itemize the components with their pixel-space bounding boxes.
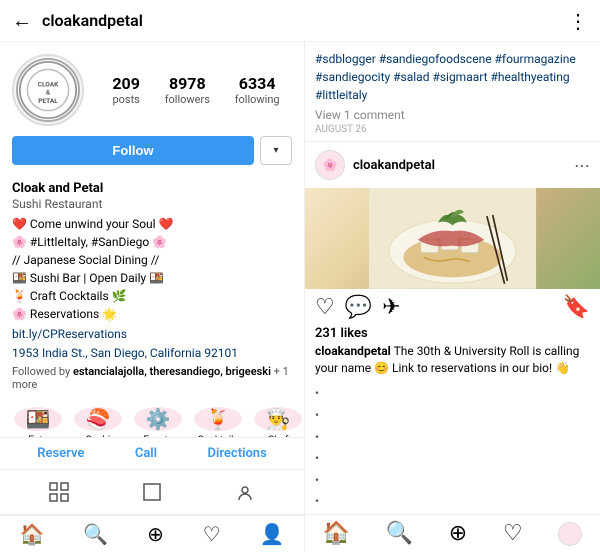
left-panel: CLOAK & PETAL 209 posts 8978 followers	[0, 42, 305, 552]
bottom-nav-left: 🏠 🔍 ⊕ ♡ 👤	[0, 515, 304, 552]
story-cocktails[interactable]: 🍹 Cocktails	[192, 407, 244, 429]
followers-count: 8978	[169, 74, 206, 93]
story-sushi[interactable]: 🍣 Sushi	[72, 407, 124, 429]
post-header: 🌸 cloakandpetal ⋯	[305, 142, 600, 188]
story-circle-events[interactable]: ⚙️	[134, 407, 182, 431]
stats-row: 209 posts 8978 followers 6334 following	[100, 74, 292, 106]
following-label: following	[235, 93, 280, 106]
add-nav-right[interactable]: ⊕	[449, 521, 467, 546]
story-circle-sushi[interactable]: 🍣	[74, 407, 122, 431]
search-nav-left[interactable]: 🔍	[83, 522, 108, 546]
following-stat[interactable]: 6334 following	[235, 74, 280, 106]
post-more-button[interactable]: ⋯	[574, 156, 590, 175]
hashtags-section: #sdblogger #sandiegofoodscene #fourmagaz…	[305, 42, 600, 142]
bio-address[interactable]: 1953 India St., San Diego, California 92…	[12, 346, 238, 360]
post-account-username[interactable]: cloakandpetal	[353, 158, 574, 173]
post-dots: ••••••	[305, 382, 600, 514]
home-nav-left[interactable]: 🏠	[19, 522, 44, 546]
directions-link[interactable]: Directions	[208, 446, 267, 461]
view-comment[interactable]: View 1 comment	[315, 108, 590, 122]
followers-stat[interactable]: 8978 followers	[165, 74, 210, 106]
bio-followed-by: Followed by estancialajolla, theresandie…	[12, 365, 292, 391]
bio-link[interactable]: bit.ly/CPReservations	[12, 327, 127, 341]
grid-icons-row	[0, 470, 304, 515]
share-button[interactable]: ✈	[382, 295, 400, 320]
search-nav-right[interactable]: 🔍	[386, 521, 413, 546]
likes-nav-right[interactable]: ♡	[503, 521, 523, 546]
bio-text: ❤️ Come unwind your Soul ❤️ 🌸 #LittleIta…	[12, 215, 292, 323]
add-nav-left[interactable]: ⊕	[147, 522, 164, 546]
bio-line3: // Japanese Social Dining //	[12, 253, 159, 267]
profile-top: CLOAK & PETAL 209 posts 8978 followers	[12, 54, 292, 126]
bio-line5: 🍹 Craft Cocktails 🌿	[12, 289, 127, 303]
likes-count: 231 likes	[305, 326, 600, 341]
svg-text:CLOAK: CLOAK	[38, 80, 59, 88]
profile-section: CLOAK & PETAL 209 posts 8978 followers	[0, 42, 304, 181]
grid-view-button[interactable]	[29, 476, 89, 508]
hashtags-text: #sdblogger #sandiegofoodscene #fourmagaz…	[315, 50, 590, 104]
svg-text:&: &	[46, 89, 51, 97]
bio-line6: 🌸 Reservations 🌟	[12, 307, 117, 321]
profile-nav-left[interactable]: 👤	[260, 522, 285, 546]
bio-line1: ❤️ Come unwind your Soul ❤️	[12, 217, 174, 231]
list-view-button[interactable]	[122, 476, 182, 508]
bio-line2: 🌸 #LittleItaly, #SanDiego 🌸	[12, 235, 167, 249]
stories-row: 🍱 Eats 🍣 Sushi ⚙️ Events 🍹 Cocktails 👨‍🍳…	[0, 399, 304, 438]
tagged-view-button[interactable]	[215, 476, 275, 508]
story-events[interactable]: ⚙️ Events	[132, 407, 184, 429]
top-nav: ← cloakandpetal ⋮	[0, 0, 600, 42]
story-circle-eats[interactable]: 🍱	[14, 407, 62, 431]
follow-button[interactable]: Follow	[12, 136, 254, 165]
followed-by-prefix: Followed by	[12, 365, 73, 378]
bio-line4: 🍱 Sushi Bar | Open Daily 🍱	[12, 271, 164, 285]
posts-stat: 209 posts	[112, 74, 140, 106]
posts-count: 209	[112, 74, 140, 93]
reserve-link[interactable]: Reserve	[37, 446, 84, 461]
followed-by-users[interactable]: estancialajolla, theresandiego, brigeesk…	[73, 365, 271, 378]
bookmark-button[interactable]: 🔖	[563, 295, 590, 320]
avatar-inner: CLOAK & PETAL	[16, 58, 80, 122]
follow-row: Follow ▾	[12, 136, 292, 165]
profile-username: cloakandpetal	[42, 11, 568, 30]
bio-section: Cloak and Petal Sushi Restaurant ❤️ Come…	[0, 181, 304, 399]
follow-dropdown-button[interactable]: ▾	[260, 136, 292, 165]
svg-text:PETAL: PETAL	[38, 97, 58, 105]
bio-category: Sushi Restaurant	[12, 197, 292, 211]
story-chef[interactable]: 👨‍🍳 Chef	[252, 407, 304, 429]
story-circle-chef[interactable]: 👨‍🍳	[254, 407, 302, 431]
right-panel: #sdblogger #sandiegofoodscene #fourmagaz…	[305, 42, 600, 552]
profile-avatar-nav[interactable]	[558, 522, 582, 546]
post-image	[305, 188, 600, 289]
following-count: 6334	[239, 74, 276, 93]
like-button[interactable]: ♡	[315, 295, 335, 320]
story-circle-cocktails[interactable]: 🍹	[194, 407, 242, 431]
bottom-nav-right: 🏠 🔍 ⊕ ♡	[305, 514, 600, 552]
posts-label: posts	[112, 93, 139, 106]
home-nav-right[interactable]: 🏠	[323, 521, 350, 546]
post-avatar: 🌸	[315, 150, 345, 180]
main-layout: CLOAK & PETAL 209 posts 8978 followers	[0, 42, 600, 552]
more-options-button[interactable]: ⋮	[568, 9, 588, 33]
post-date: AUGUST 26	[315, 124, 590, 135]
post-actions: ♡ 💬 ✈ 🔖	[305, 289, 600, 326]
bio-name: Cloak and Petal	[12, 181, 292, 196]
followers-label: followers	[165, 93, 210, 106]
story-eats[interactable]: 🍱 Eats	[12, 407, 64, 429]
avatar: CLOAK & PETAL	[12, 54, 84, 126]
caption-username[interactable]: cloakandpetal	[315, 344, 391, 358]
post-caption: cloakandpetal The 30th & University Roll…	[305, 341, 600, 383]
call-link[interactable]: Call	[135, 446, 157, 461]
likes-nav-left[interactable]: ♡	[203, 522, 221, 546]
back-button[interactable]: ←	[12, 8, 32, 33]
comment-button[interactable]: 💬	[345, 295, 372, 320]
action-links: Reserve Call Directions	[0, 438, 304, 470]
